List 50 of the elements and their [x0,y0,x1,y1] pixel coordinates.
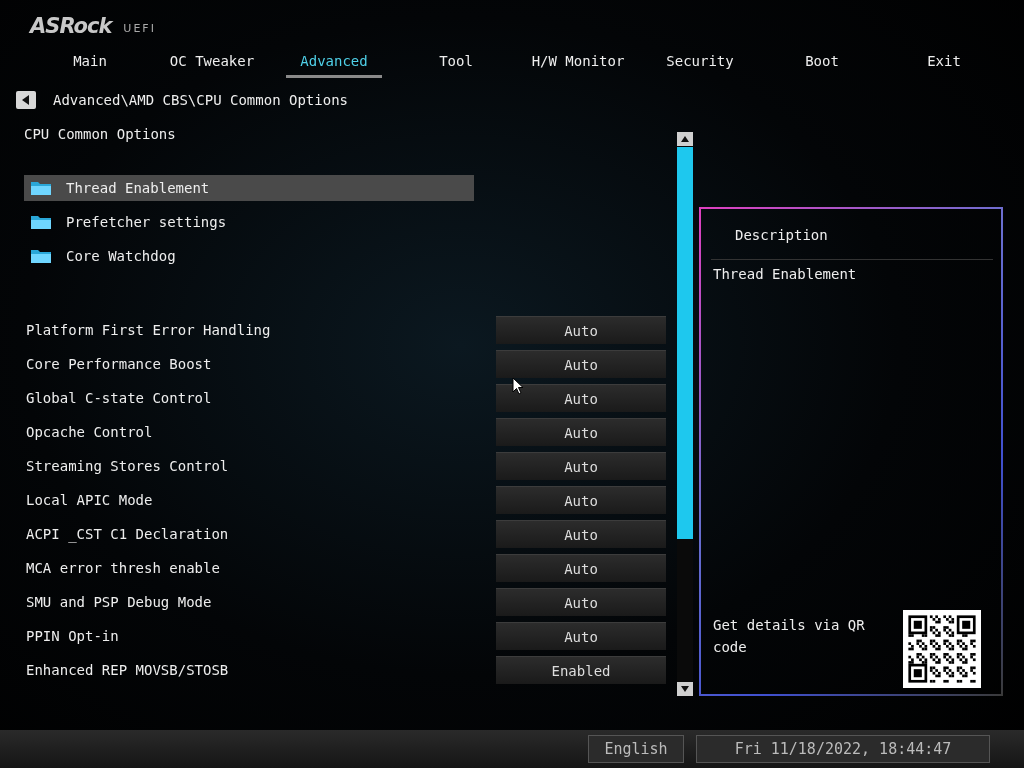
setting-label: Core Performance Boost [25,356,212,372]
setting-value-button[interactable]: Auto [496,384,666,412]
folder-icon [30,214,52,230]
scroll-up-icon[interactable] [677,132,693,146]
menu-tab[interactable]: Exit [883,46,1005,78]
menu-tab[interactable]: Boot [761,46,883,78]
setting-value-button[interactable]: Auto [496,486,666,514]
setting-label: Enhanced REP MOVSB/STOSB [25,662,229,678]
setting-value-button[interactable]: Auto [496,418,666,446]
setting-value-button[interactable]: Auto [496,554,666,582]
menu-tab[interactable]: Advanced [286,46,382,78]
submenu-item[interactable]: Core Watchdog [24,243,474,269]
language-button[interactable]: English [588,735,684,763]
setting-label: Opcache Control [25,424,153,440]
menu-tab[interactable]: Security [639,46,761,78]
setting-value-button[interactable]: Auto [496,622,666,650]
scrollbar[interactable] [677,132,693,696]
menu-tab[interactable]: Main [29,46,151,78]
setting-label: SMU and PSP Debug Mode [25,594,212,610]
menu-tab[interactable]: Tool [395,46,517,78]
setting-label: Streaming Stores Control [25,458,229,474]
setting-value-button[interactable]: Enabled [496,656,666,684]
setting-label: MCA error thresh enable [25,560,220,576]
setting-value-button[interactable]: Auto [496,316,666,344]
folder-icon [30,180,52,196]
setting-label: Local APIC Mode [25,492,153,508]
date-time-display: Fri 11/18/2022, 18:44:47 [696,735,990,763]
qr-caption: Get details via QR code [713,616,866,657]
description-text: Thread Enablement [713,266,858,282]
section-title: CPU Common Options [24,125,177,144]
setting-value-button[interactable]: Auto [496,520,666,548]
setting-label: Platform First Error Handling [25,322,271,338]
submenu-item[interactable]: Prefetcher settings [24,209,474,235]
setting-value-button[interactable]: Auto [496,452,666,480]
setting-value-button[interactable]: Auto [496,350,666,378]
setting-label: Global C-state Control [25,390,212,406]
product-label: UEFI [123,22,156,35]
setting-label: ACPI _CST C1 Declaration [25,526,229,542]
menu-tab[interactable]: H/W Monitor [517,46,639,78]
mouse-pointer-icon [512,377,524,395]
qr-code-icon [903,610,981,688]
brand-logo: ASRock [30,14,112,38]
submenu-item[interactable]: Thread Enablement [24,175,474,201]
description-title: Description [711,209,993,260]
menu-tab[interactable]: OC Tweaker [151,46,273,78]
scroll-down-icon[interactable] [677,682,693,696]
setting-value-button[interactable]: Auto [496,588,666,616]
breadcrumb: Advanced\AMD CBS\CPU Common Options [53,92,348,108]
setting-label: PPIN Opt-in [25,628,119,644]
folder-icon [30,248,52,264]
